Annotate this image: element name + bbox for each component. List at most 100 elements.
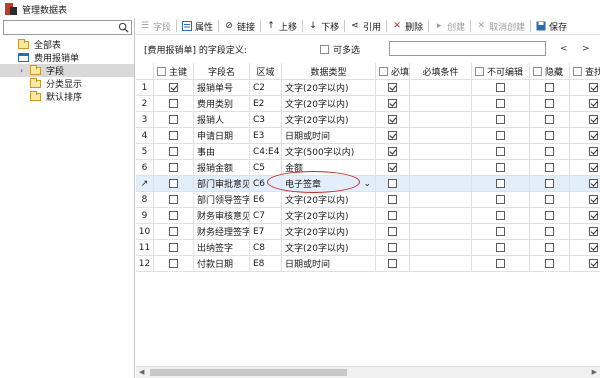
field-name-cell[interactable]: 费用类别 [194, 96, 250, 112]
scrollbar-thumb[interactable] [150, 369, 347, 376]
delete-button[interactable]: ✕ 删除 [388, 19, 427, 34]
cancel-create-button[interactable]: ✕ 取消创建 [472, 19, 529, 34]
search-field-checkbox[interactable] [589, 195, 598, 204]
required-condition-cell[interactable] [410, 176, 472, 192]
primary-key-header-checkbox[interactable] [157, 66, 166, 76]
search-field-cell[interactable] [570, 192, 600, 208]
primary-key-cell[interactable] [154, 112, 194, 128]
search-field-checkbox[interactable] [589, 115, 598, 124]
data-type-cell[interactable]: 金额 [282, 160, 376, 176]
primary-key-checkbox[interactable] [169, 243, 178, 252]
not-editable-checkbox[interactable] [496, 179, 505, 188]
tree-search-box[interactable] [3, 20, 132, 35]
hidden-cell[interactable] [530, 192, 570, 208]
range-cell[interactable]: C8 [250, 240, 282, 256]
primary-key-cell[interactable] [154, 192, 194, 208]
data-type-cell[interactable]: 文字(20字以内) [282, 208, 376, 224]
required-cell[interactable] [376, 256, 410, 272]
table-row[interactable]: 6 报销金额 C5 金额 [136, 160, 600, 176]
not-editable-cell[interactable] [472, 144, 530, 160]
primary-key-checkbox[interactable] [169, 147, 178, 156]
data-type-cell[interactable]: 文字(20字以内) [282, 96, 376, 112]
create-button[interactable]: ▸ 创建 [430, 19, 469, 34]
primary-key-cell[interactable] [154, 128, 194, 144]
required-condition-cell[interactable] [410, 112, 472, 128]
range-cell[interactable]: E8 [250, 256, 282, 272]
field-name-cell[interactable]: 部门审批意见 [194, 176, 250, 192]
hidden-checkbox[interactable] [545, 131, 554, 140]
required-header-checkbox[interactable] [379, 66, 388, 76]
not-editable-checkbox[interactable] [496, 131, 505, 140]
range-cell[interactable]: E7 [250, 224, 282, 240]
required-cell[interactable] [376, 80, 410, 96]
hidden-checkbox[interactable] [545, 211, 554, 220]
field-name-cell[interactable]: 报销金额 [194, 160, 250, 176]
table-row[interactable]: 12 付款日期 E8 日期或时间 [136, 256, 600, 272]
primary-key-cell[interactable] [154, 176, 194, 192]
not-editable-cell[interactable] [472, 224, 530, 240]
not-editable-cell[interactable] [472, 192, 530, 208]
required-cell[interactable] [376, 160, 410, 176]
column-header-range[interactable]: 区域 [250, 63, 282, 80]
hidden-cell[interactable] [530, 96, 570, 112]
search-field-checkbox[interactable] [589, 179, 598, 188]
hidden-cell[interactable] [530, 176, 570, 192]
not-editable-checkbox[interactable] [496, 99, 505, 108]
tree-search-input[interactable] [4, 21, 116, 34]
field-name-cell[interactable]: 付款日期 [194, 256, 250, 272]
hidden-cell[interactable] [530, 80, 570, 96]
field-name-cell[interactable]: 财务经理签字 [194, 224, 250, 240]
required-cell[interactable] [376, 224, 410, 240]
not-editable-checkbox[interactable] [496, 147, 505, 156]
search-field-cell[interactable] [570, 112, 600, 128]
multi-select-checkbox[interactable] [320, 45, 329, 54]
tree-item[interactable]: 全部表 [0, 38, 134, 51]
not-editable-checkbox[interactable] [496, 83, 505, 92]
required-cell[interactable] [376, 112, 410, 128]
table-row[interactable]: 10 财务经理签字 E7 文字(20字以内) [136, 224, 600, 240]
data-type-cell[interactable]: 文字(20字以内) [282, 80, 376, 96]
required-condition-cell[interactable] [410, 96, 472, 112]
data-type-dropdown[interactable]: 电子签章 ⌄ [285, 177, 375, 191]
tree-item[interactable]: 分类显示 [0, 77, 134, 90]
required-checkbox[interactable] [388, 131, 397, 140]
search-field-checkbox[interactable] [589, 227, 598, 236]
primary-key-checkbox[interactable] [169, 227, 178, 236]
hidden-checkbox[interactable] [545, 99, 554, 108]
not-editable-checkbox[interactable] [496, 211, 505, 220]
required-cell[interactable] [376, 96, 410, 112]
link-button[interactable]: ⊘ 链接 [220, 19, 259, 34]
search-field-checkbox[interactable] [589, 259, 598, 268]
primary-key-cell[interactable] [154, 144, 194, 160]
column-header-field-name[interactable]: 字段名 [194, 63, 250, 80]
search-field-checkbox[interactable] [589, 83, 598, 92]
field-name-cell[interactable]: 申请日期 [194, 128, 250, 144]
table-row[interactable]: 3 报销人 C3 文字(20字以内) [136, 112, 600, 128]
primary-key-checkbox[interactable] [169, 99, 178, 108]
primary-key-checkbox[interactable] [169, 131, 178, 140]
hidden-checkbox[interactable] [545, 243, 554, 252]
hidden-cell[interactable] [530, 240, 570, 256]
hidden-cell[interactable] [530, 208, 570, 224]
not-editable-cell[interactable] [472, 128, 530, 144]
table-row[interactable]: 1报销单号C2文字(20字以内)报 [136, 80, 600, 96]
hidden-header-checkbox[interactable] [533, 66, 542, 76]
scroll-right-button[interactable]: > [582, 44, 590, 54]
hidden-cell[interactable] [530, 112, 570, 128]
column-header-required[interactable]: 必填 [376, 63, 410, 80]
scroll-left-button[interactable]: < [560, 44, 568, 54]
data-type-cell[interactable]: 日期或时间 [282, 128, 376, 144]
range-cell[interactable]: C2 [250, 80, 282, 96]
primary-key-cell[interactable] [154, 256, 194, 272]
field-name-cell[interactable]: 报销单号 [194, 80, 250, 96]
required-cell[interactable] [376, 192, 410, 208]
search-field-checkbox[interactable] [589, 211, 598, 220]
not-editable-cell[interactable] [472, 240, 530, 256]
table-row[interactable]: 4 申请日期 E3 日期或时间 [136, 128, 600, 144]
hidden-checkbox[interactable] [545, 163, 554, 172]
table-row[interactable]: ↗ 部门审批意见 C6 电子签章 ⌄ [136, 176, 600, 192]
scroll-right-arrow-icon[interactable]: ▶ [592, 368, 597, 376]
hidden-cell[interactable] [530, 160, 570, 176]
move-up-button[interactable]: ↑ 上移 [262, 19, 301, 34]
field-name-cell[interactable]: 财务审核意见 [194, 208, 250, 224]
